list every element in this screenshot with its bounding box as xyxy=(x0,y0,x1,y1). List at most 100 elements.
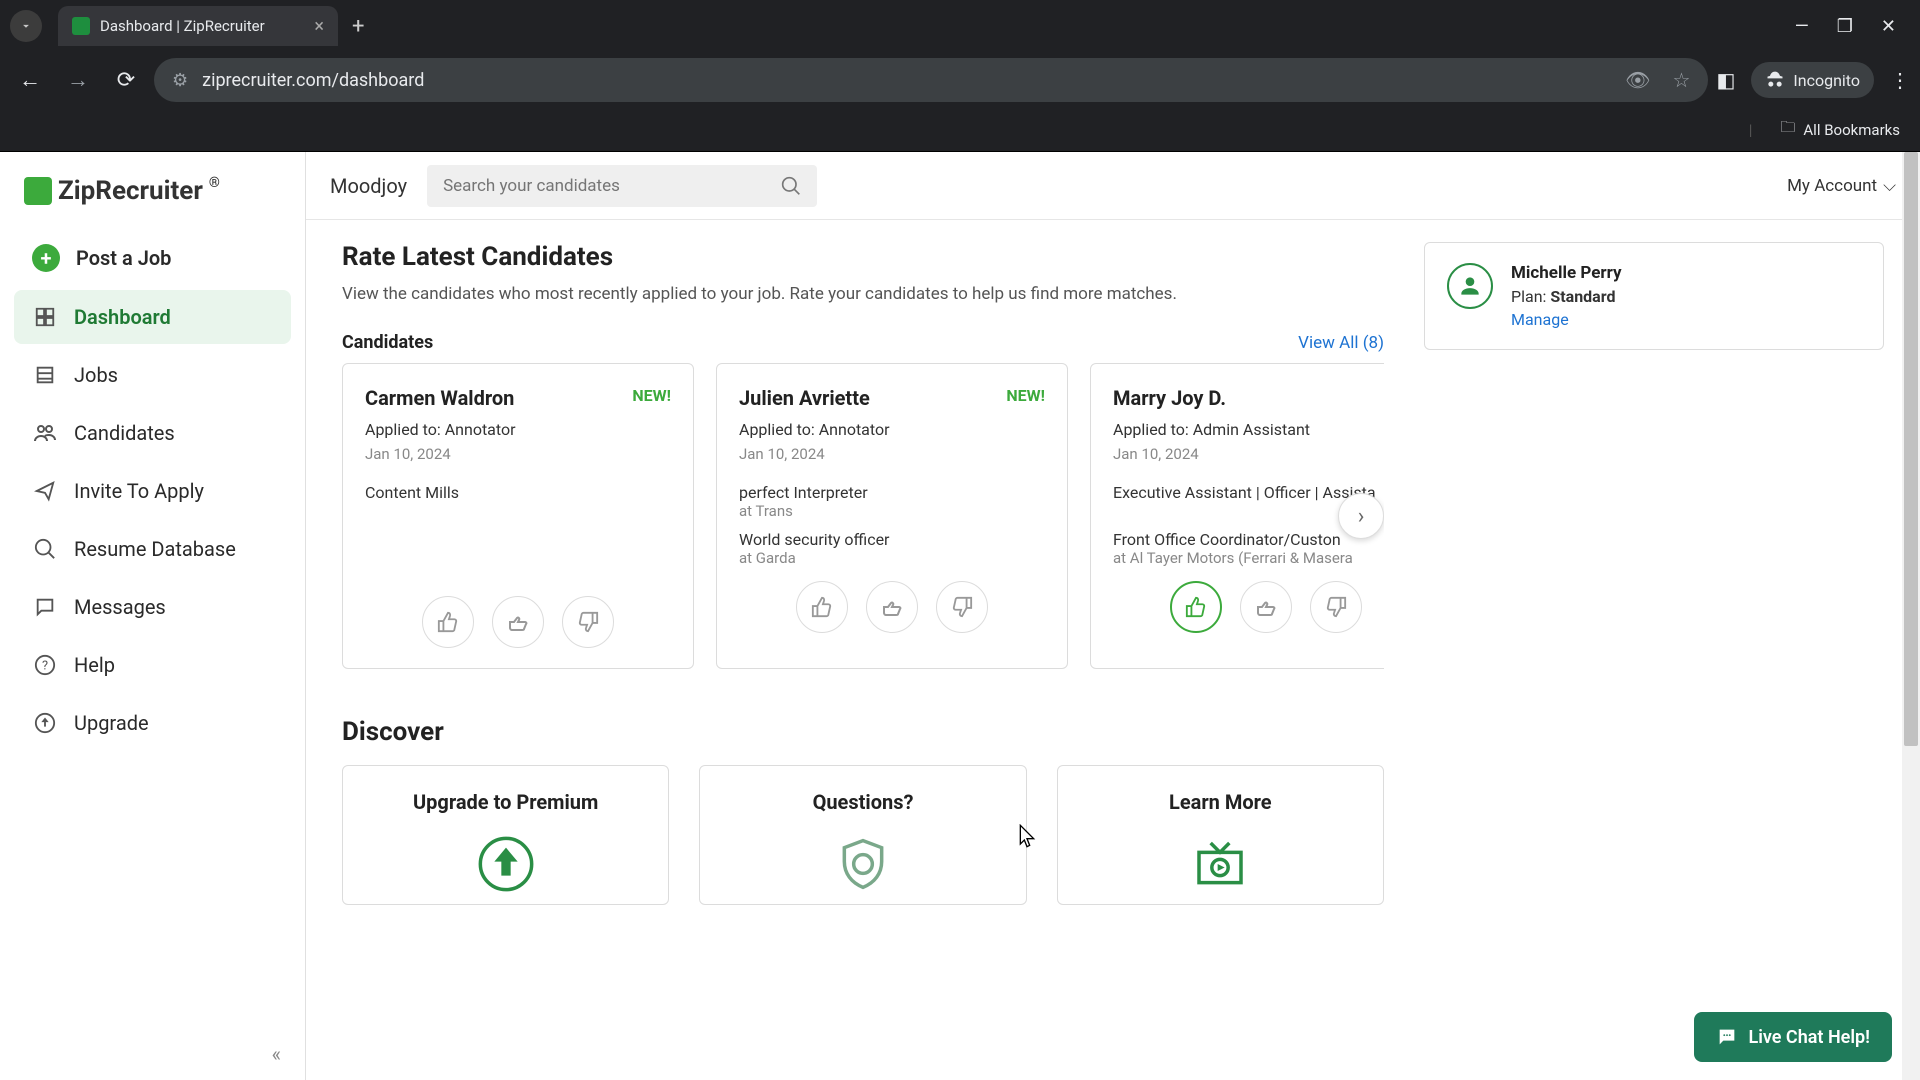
thumbs-down-icon xyxy=(577,611,599,633)
experience-sub: at Al Tayer Motors (Ferrari & Masera xyxy=(1113,549,1384,567)
scrollbar-track[interactable] xyxy=(1902,152,1920,1080)
bookmarks-bar: | 🗀 All Bookmarks xyxy=(0,108,1920,152)
tab-title: Dashboard | ZipRecruiter xyxy=(100,17,265,35)
candidate-card[interactable]: Carmen Waldron NEW! Applied to: Annotato… xyxy=(342,363,694,669)
account-name: Michelle Perry xyxy=(1511,263,1622,283)
plus-circle-icon: + xyxy=(32,244,60,272)
logo-text: ZipRecruiter xyxy=(58,176,203,206)
side-panel-icon[interactable]: ◧ xyxy=(1716,68,1735,92)
candidate-search-input[interactable] xyxy=(443,176,781,196)
close-window-button[interactable]: ✕ xyxy=(1881,16,1896,37)
applied-date: Jan 10, 2024 xyxy=(1113,445,1384,463)
experience-title: World security officer xyxy=(739,530,1045,549)
sidebar-item-post-a-job[interactable]: + Post a Job xyxy=(14,230,291,286)
sidebar: ZipRecruiter® + Post a Job Dashboard Job… xyxy=(0,152,306,1080)
sidebar-item-jobs[interactable]: Jobs xyxy=(14,348,291,402)
new-tab-button[interactable]: + xyxy=(352,14,364,39)
sidebar-label: Dashboard xyxy=(74,305,171,329)
sidebar-item-candidates[interactable]: Candidates xyxy=(14,406,291,460)
sidebar-label: Resume Database xyxy=(74,537,236,561)
browser-tab[interactable]: Dashboard | ZipRecruiter × xyxy=(58,6,338,46)
dashboard-icon xyxy=(32,304,58,330)
incognito-indicator[interactable]: Incognito xyxy=(1751,62,1874,98)
hand-neutral-button[interactable] xyxy=(1240,581,1292,633)
thumbs-up-icon xyxy=(811,596,833,618)
thumbs-down-button[interactable] xyxy=(936,581,988,633)
sidebar-label: Jobs xyxy=(74,363,118,387)
discover-title: Discover xyxy=(342,717,1384,747)
tab-search-button[interactable] xyxy=(10,10,42,42)
account-dropdown[interactable]: My Account ⌵ xyxy=(1787,176,1896,196)
chat-label: Live Chat Help! xyxy=(1748,1027,1870,1048)
send-icon xyxy=(32,478,58,504)
incognito-icon xyxy=(1765,70,1785,90)
carousel-next-button[interactable]: › xyxy=(1338,493,1384,539)
account-summary-box: Michelle Perry Plan: Standard Manage xyxy=(1424,242,1884,350)
address-bar[interactable]: ⚙ ziprecruiter.com/dashboard 👁 ☆ xyxy=(154,58,1708,102)
applied-to: Applied to: Admin Assistant xyxy=(1113,420,1384,439)
manage-account-link[interactable]: Manage xyxy=(1511,310,1622,329)
sidebar-item-invite[interactable]: Invite To Apply xyxy=(14,464,291,518)
discover-card-learn-more[interactable]: Learn More xyxy=(1057,765,1384,905)
discover-card-upgrade[interactable]: Upgrade to Premium xyxy=(342,765,669,905)
applied-date: Jan 10, 2024 xyxy=(365,445,671,463)
thumbs-down-icon xyxy=(951,596,973,618)
candidate-search-box[interactable] xyxy=(427,165,817,207)
svg-text:?: ? xyxy=(42,659,48,674)
forward-button[interactable]: → xyxy=(58,60,98,100)
account-label: My Account xyxy=(1787,176,1877,196)
chat-icon xyxy=(32,594,58,620)
back-button[interactable]: ← xyxy=(10,60,50,100)
section-title: Rate Latest Candidates xyxy=(342,242,1384,272)
thumbs-up-icon xyxy=(1185,596,1207,618)
browser-menu-button[interactable]: ⋮ xyxy=(1890,68,1910,92)
experience-title: perfect Interpreter xyxy=(739,483,1045,502)
view-all-link[interactable]: View All (8) xyxy=(1298,333,1384,353)
new-badge: NEW! xyxy=(1006,386,1045,405)
upgrade-arrow-icon xyxy=(476,834,536,894)
upgrade-icon xyxy=(32,710,58,736)
sidebar-item-messages[interactable]: Messages xyxy=(14,580,291,634)
hand-neutral-button[interactable] xyxy=(492,596,544,648)
sidebar-label: Help xyxy=(74,653,115,677)
sidebar-item-upgrade[interactable]: Upgrade xyxy=(14,696,291,750)
reload-button[interactable]: ⟳ xyxy=(106,60,146,100)
hand-neutral-button[interactable] xyxy=(866,581,918,633)
experience-title: Content Mills xyxy=(365,483,671,502)
address-row: ← → ⟳ ⚙ ziprecruiter.com/dashboard 👁 ☆ ◧… xyxy=(0,52,1920,108)
folder-icon: 🗀 xyxy=(1780,117,1795,142)
maximize-button[interactable]: ❐ xyxy=(1837,16,1853,37)
thumbs-up-button[interactable] xyxy=(796,581,848,633)
all-bookmarks-link[interactable]: All Bookmarks xyxy=(1803,121,1900,139)
sidebar-item-help[interactable]: ? Help xyxy=(14,638,291,692)
live-chat-button[interactable]: Live Chat Help! xyxy=(1694,1012,1892,1062)
thumbs-up-button[interactable] xyxy=(1170,581,1222,633)
thumbs-down-button[interactable] xyxy=(1310,581,1362,633)
thumbs-down-button[interactable] xyxy=(562,596,614,648)
tab-close-button[interactable]: × xyxy=(314,16,324,37)
logo[interactable]: ZipRecruiter® xyxy=(24,176,281,206)
discover-card-title: Learn More xyxy=(1078,790,1363,814)
candidates-label: Candidates xyxy=(342,332,433,353)
hand-icon xyxy=(506,610,530,634)
discover-card-questions[interactable]: Questions? xyxy=(699,765,1026,905)
visibility-off-icon[interactable]: 👁 xyxy=(1625,68,1650,92)
avatar-icon xyxy=(1447,263,1493,309)
bookmark-star-icon[interactable]: ☆ xyxy=(1673,68,1691,92)
chevron-down-icon: ⌵ xyxy=(1883,176,1896,196)
people-icon xyxy=(32,420,58,446)
candidate-card[interactable]: Julien Avriette NEW! Applied to: Annotat… xyxy=(716,363,1068,669)
search-icon xyxy=(32,536,58,562)
thumbs-up-button[interactable] xyxy=(422,596,474,648)
minimize-button[interactable]: — xyxy=(1795,16,1809,37)
sidebar-label: Post a Job xyxy=(76,246,171,270)
sidebar-item-resume-db[interactable]: Resume Database xyxy=(14,522,291,576)
thumbs-down-icon xyxy=(1325,596,1347,618)
account-plan: Plan: Standard xyxy=(1511,287,1622,306)
scrollbar-thumb[interactable] xyxy=(1904,152,1918,746)
search-icon[interactable] xyxy=(781,176,801,196)
sidebar-item-dashboard[interactable]: Dashboard xyxy=(14,290,291,344)
site-settings-icon[interactable]: ⚙ xyxy=(172,70,188,91)
sidebar-label: Messages xyxy=(74,595,166,619)
collapse-sidebar-button[interactable]: « xyxy=(272,1042,281,1066)
